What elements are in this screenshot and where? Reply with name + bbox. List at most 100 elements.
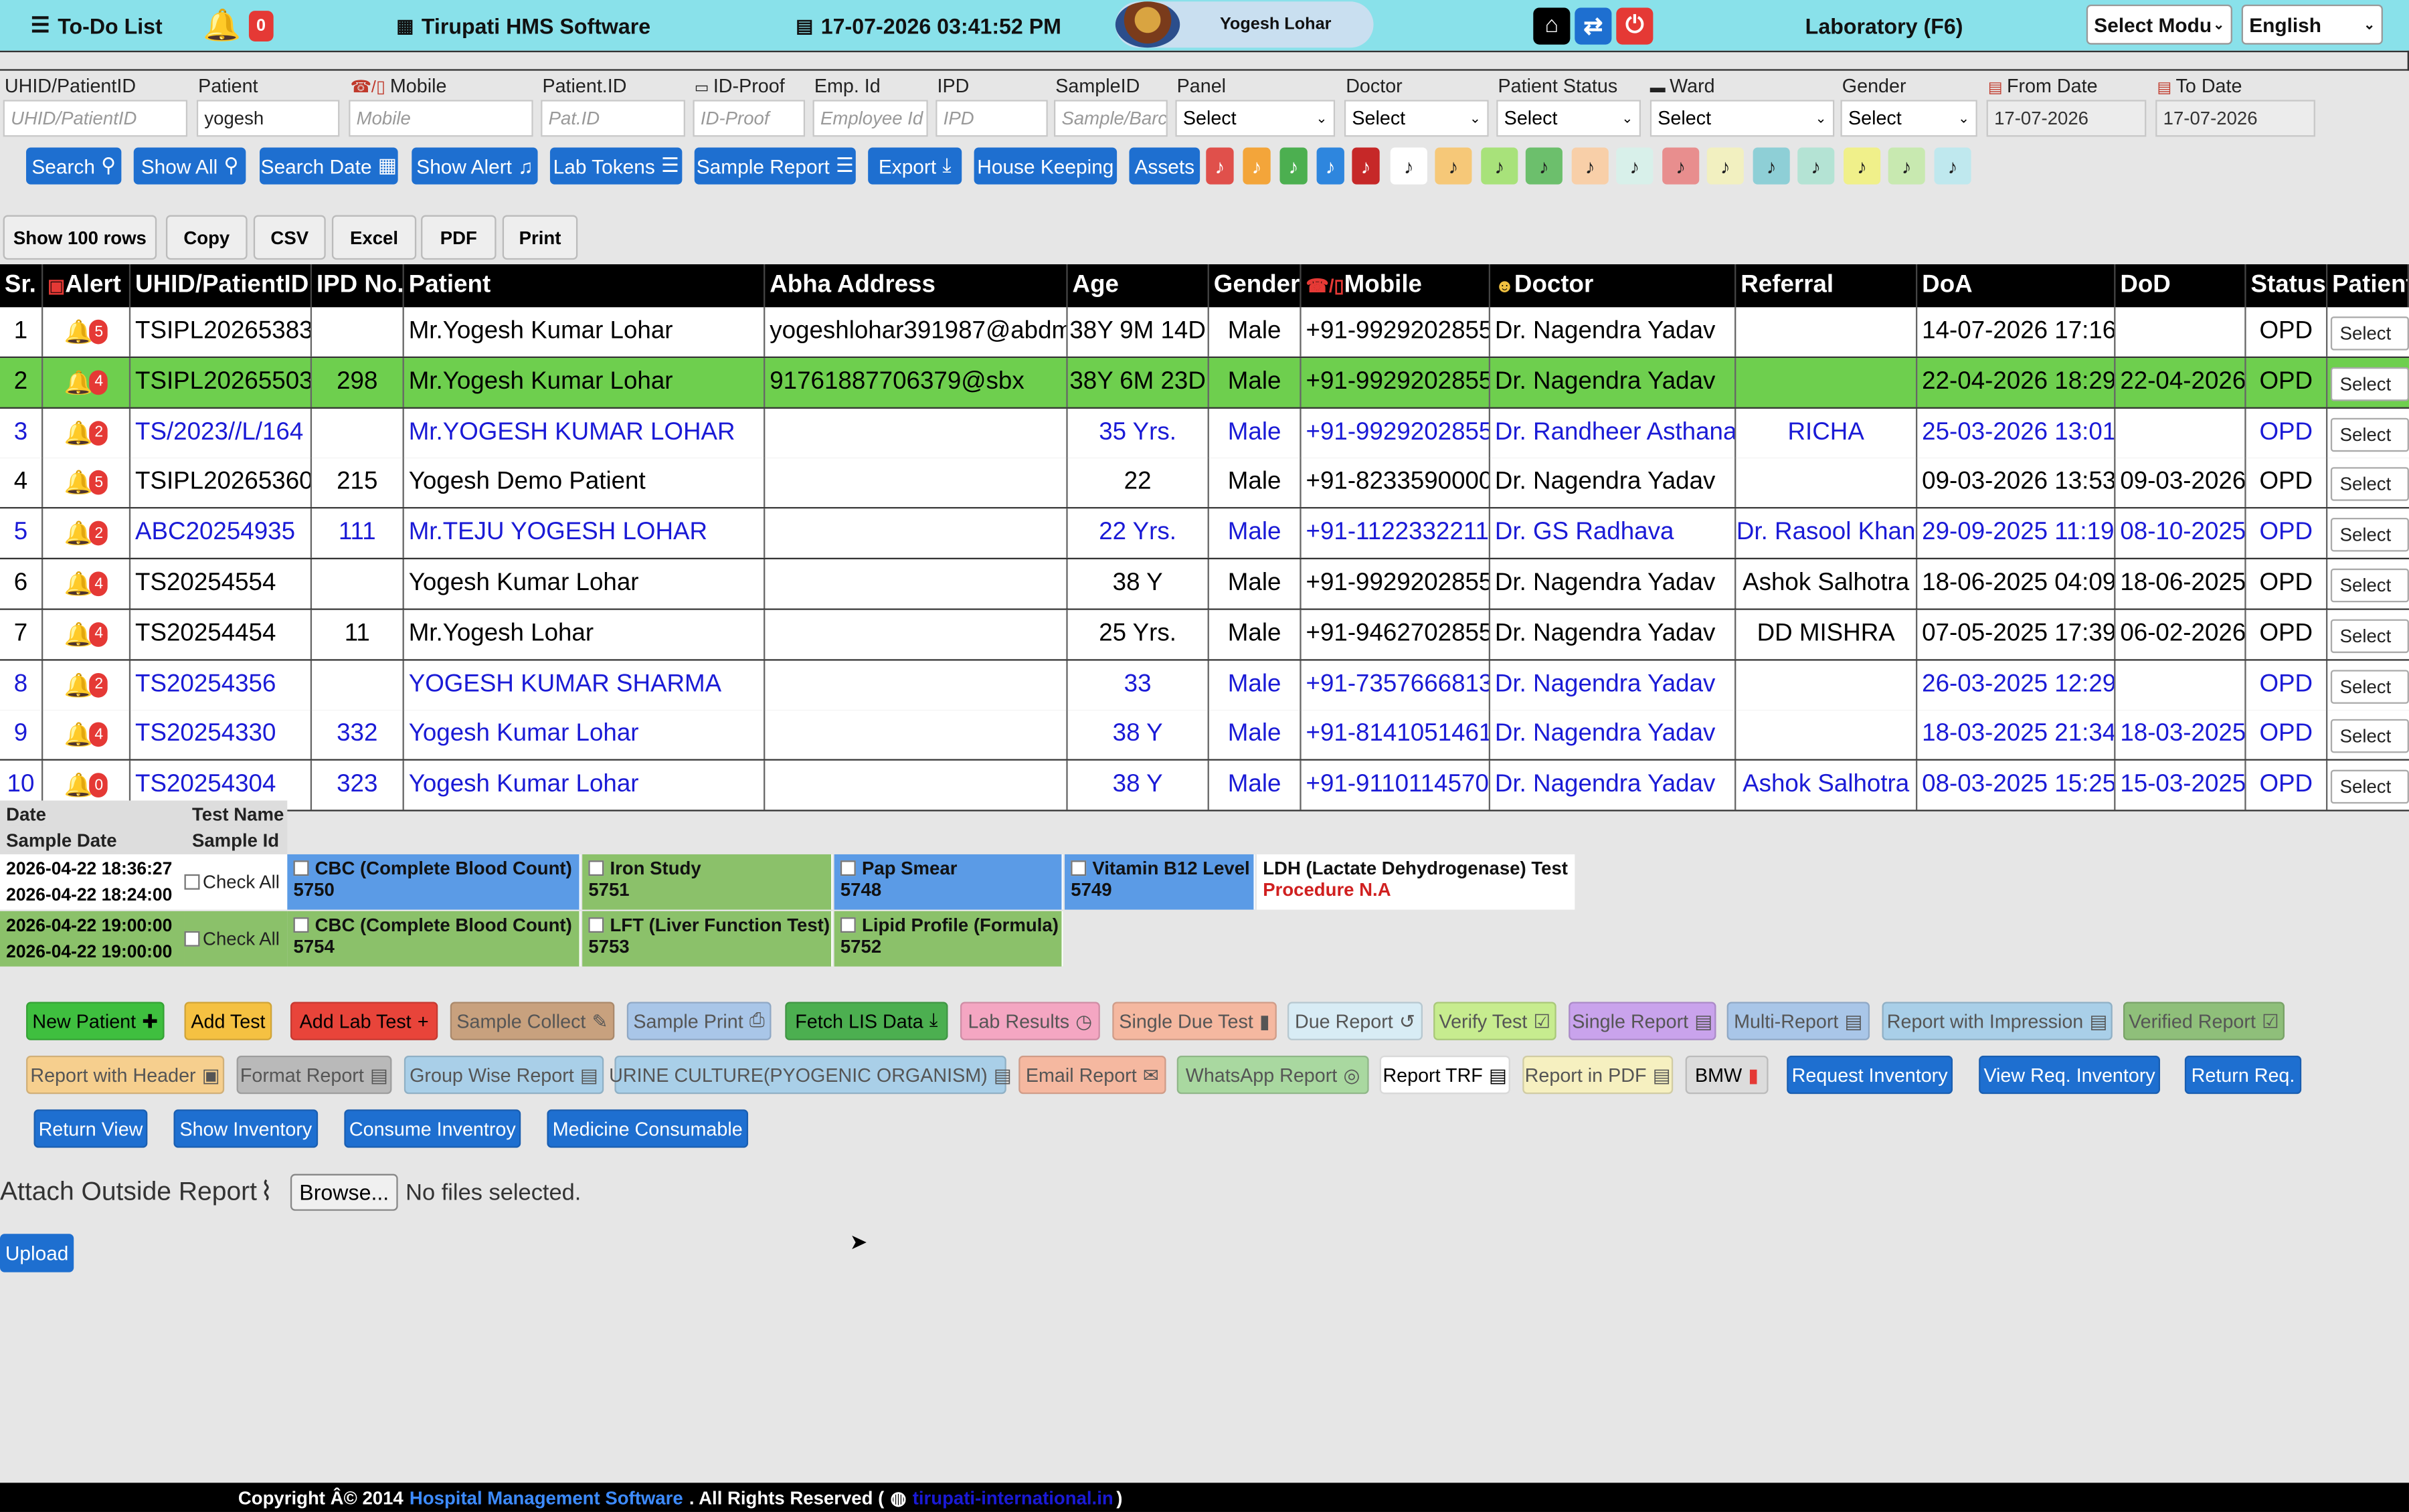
- table-row[interactable]: 7 🔔 4 TS20254454 11 Mr.Yogesh Lohar 25 Yrs. Mal…: [0, 609, 2409, 661]
- show-all-button[interactable]: Show All ⚲: [133, 147, 246, 185]
- bell-filter-yellow[interactable]: ♪: [1844, 147, 1881, 185]
- test-item[interactable]: Vitamin B12 Level 5749: [1065, 854, 1255, 910]
- bell-icon[interactable]: 🔔: [64, 771, 93, 799]
- cell-uhid[interactable]: TS20254356: [130, 660, 313, 710]
- cell-uhid[interactable]: TS20254454: [130, 609, 313, 659]
- export-button[interactable]: Export ⤓: [868, 147, 962, 185]
- power-icon[interactable]: ⏻: [1616, 7, 1654, 44]
- home-icon[interactable]: ⌂: [1533, 7, 1571, 44]
- whatsapp-report-button[interactable]: WhatsApp Report ◎: [1176, 1055, 1369, 1095]
- view-req-inventory-button[interactable]: View Req. Inventory: [1979, 1055, 2161, 1095]
- sample-print-button[interactable]: Sample Print ⎙: [626, 1002, 772, 1040]
- table-row[interactable]: 9 🔔 4 TS20254330 332 Yogesh Kumar Lohar 38 Y Ma…: [0, 710, 2409, 761]
- alert-bell[interactable]: 🔔 0: [203, 0, 274, 51]
- bell-filter-blue[interactable]: ♪: [1316, 147, 1344, 185]
- assets-button[interactable]: Assets: [1129, 147, 1200, 185]
- sample-id-input[interactable]: Sample/Barc: [1053, 100, 1168, 137]
- single-report-button[interactable]: Single Report ▤: [1569, 1002, 1716, 1040]
- consume-inventroy-button[interactable]: Consume Inventroy: [344, 1109, 521, 1148]
- col-mobile[interactable]: ☎/▯ Mobile: [1302, 264, 1491, 308]
- table-row[interactable]: 3 🔔 2 TS/2023//L/164 Mr.YOGESH KUMAR LOHAR 35…: [0, 407, 2409, 459]
- cell-uhid[interactable]: TS20254554: [130, 559, 313, 609]
- checkbox[interactable]: [1071, 860, 1087, 876]
- email-report-button[interactable]: Email Report ✉: [1018, 1055, 1166, 1095]
- sync-icon[interactable]: ⇄: [1575, 7, 1612, 44]
- row-action-select[interactable]: Select: [2330, 719, 2409, 754]
- bell-filter-white[interactable]: ♪: [1390, 147, 1427, 185]
- table-row[interactable]: 6 🔔 4 TS20254554 Yogesh Kumar Lohar 38 Y Male +…: [0, 559, 2409, 610]
- report-with-impression-button[interactable]: Report with Impression ▤: [1882, 1002, 2113, 1040]
- add-lab-test-button[interactable]: Add Lab Test +: [290, 1002, 438, 1040]
- uhid-input[interactable]: UHID/PatientID: [3, 100, 188, 137]
- checkbox[interactable]: [293, 917, 309, 933]
- bmw-button[interactable]: BMW ▮: [1685, 1055, 1769, 1095]
- row-action-select[interactable]: Select: [2330, 619, 2409, 653]
- test-item[interactable]: Iron Study 5751: [582, 854, 833, 910]
- bell-filter-green-2[interactable]: ♪: [1525, 147, 1563, 185]
- gender-select[interactable]: Select ⌄: [1840, 100, 1977, 137]
- ipd-input[interactable]: IPD: [935, 100, 1048, 137]
- new-patient-button[interactable]: New Patient ✚: [26, 1002, 165, 1040]
- due-report-button[interactable]: Due Report ↺: [1287, 1002, 1423, 1040]
- bell-icon[interactable]: 🔔: [64, 570, 93, 597]
- table-row[interactable]: 8 🔔 2 TS20254356 YOGESH KUMAR SHARMA 33 Male +9…: [0, 660, 2409, 711]
- cell-uhid[interactable]: TSIPL20265360: [130, 458, 313, 508]
- checkbox[interactable]: [293, 860, 309, 876]
- row-action-select[interactable]: Select: [2330, 468, 2409, 502]
- row-action-select[interactable]: Select: [2330, 316, 2409, 351]
- print-button[interactable]: Print: [502, 215, 578, 260]
- bell-filter-cream[interactable]: ♪: [1706, 147, 1744, 185]
- search-date-button[interactable]: Search Date ▦: [260, 147, 398, 185]
- col-uhid[interactable]: UHID/PatientID: [130, 264, 313, 308]
- show-alert-button[interactable]: Show Alert ♫: [412, 147, 538, 185]
- col-dod[interactable]: DoD: [2115, 264, 2246, 308]
- pdf-button[interactable]: PDF: [421, 215, 497, 260]
- return-req-button[interactable]: Return Req.: [2184, 1055, 2302, 1095]
- request-inventory-button[interactable]: Request Inventory: [1787, 1055, 1953, 1095]
- report-in-pdf-button[interactable]: Report in PDF ▤: [1522, 1055, 1674, 1095]
- bell-filter-lime[interactable]: ♪: [1481, 147, 1518, 185]
- bell-icon[interactable]: 🔔: [64, 620, 93, 648]
- col-abha[interactable]: Abha Address: [765, 264, 1068, 308]
- module-select[interactable]: Select Modu ⌄: [2086, 4, 2232, 45]
- test-item[interactable]: LFT (Liver Function Test) 5753: [582, 911, 833, 967]
- browse-button[interactable]: Browse...: [290, 1173, 398, 1211]
- bell-filter-pink[interactable]: ♪: [1662, 147, 1700, 185]
- ward-select[interactable]: Select ⌄: [1649, 100, 1835, 137]
- upload-button[interactable]: Upload: [0, 1234, 74, 1272]
- bell-icon[interactable]: 🔔: [64, 721, 93, 749]
- language-select[interactable]: English ⌄: [2241, 4, 2383, 45]
- copy-button[interactable]: Copy: [165, 215, 248, 260]
- row-action-select[interactable]: Select: [2330, 568, 2409, 603]
- check-all[interactable]: Check All: [184, 854, 288, 910]
- test-item[interactable]: Lipid Profile (Formula) 5752: [834, 911, 1063, 967]
- row-action-select[interactable]: Select: [2330, 669, 2409, 703]
- table-row[interactable]: 2 🔔 4 TSIPL20265503 298 Mr.Yogesh Kumar Lohar…: [0, 357, 2409, 409]
- bell-icon[interactable]: 🔔: [64, 520, 93, 547]
- excel-button[interactable]: Excel: [331, 215, 417, 260]
- bell-filter-teal[interactable]: ♪: [1753, 147, 1790, 185]
- footer-site-link[interactable]: tirupati-international.in: [913, 1487, 1113, 1508]
- search-button[interactable]: Search ⚲: [26, 147, 122, 185]
- col-sr[interactable]: Sr.: [0, 264, 43, 308]
- col-status[interactable]: Status: [2246, 264, 2328, 308]
- medicine-consumable-button[interactable]: Medicine Consumable: [547, 1109, 749, 1148]
- bell-filter-seafoam[interactable]: ♪: [1797, 147, 1835, 185]
- cell-uhid[interactable]: TSIPL20265503: [130, 357, 313, 407]
- bell-filter-orange[interactable]: ♪: [1243, 147, 1271, 185]
- row-action-select[interactable]: Select: [2330, 367, 2409, 401]
- format-report-button[interactable]: Format Report ▤: [236, 1055, 392, 1095]
- bell-icon[interactable]: 🔔: [64, 469, 93, 497]
- bell-filter-peach[interactable]: ♪: [1435, 147, 1472, 185]
- col-referral[interactable]: Referral: [1736, 264, 1918, 308]
- cell-uhid[interactable]: TSIPL20265383: [130, 307, 313, 357]
- row-action-select[interactable]: Select: [2330, 417, 2409, 452]
- csv-button[interactable]: CSV: [253, 215, 326, 260]
- table-row[interactable]: 1 🔔 5 TSIPL20265383 Mr.Yogesh Kumar Lohar yog…: [0, 307, 2409, 359]
- cell-uhid[interactable]: TS/2023//L/164: [130, 407, 313, 458]
- todo-link[interactable]: ☰ To-Do List: [31, 0, 163, 51]
- id-proof-input[interactable]: ID-Proof: [693, 100, 806, 137]
- verify-test-button[interactable]: Verify Test ☑: [1433, 1002, 1556, 1040]
- doctor-select[interactable]: Select ⌄: [1344, 100, 1489, 137]
- checkbox[interactable]: [840, 917, 856, 933]
